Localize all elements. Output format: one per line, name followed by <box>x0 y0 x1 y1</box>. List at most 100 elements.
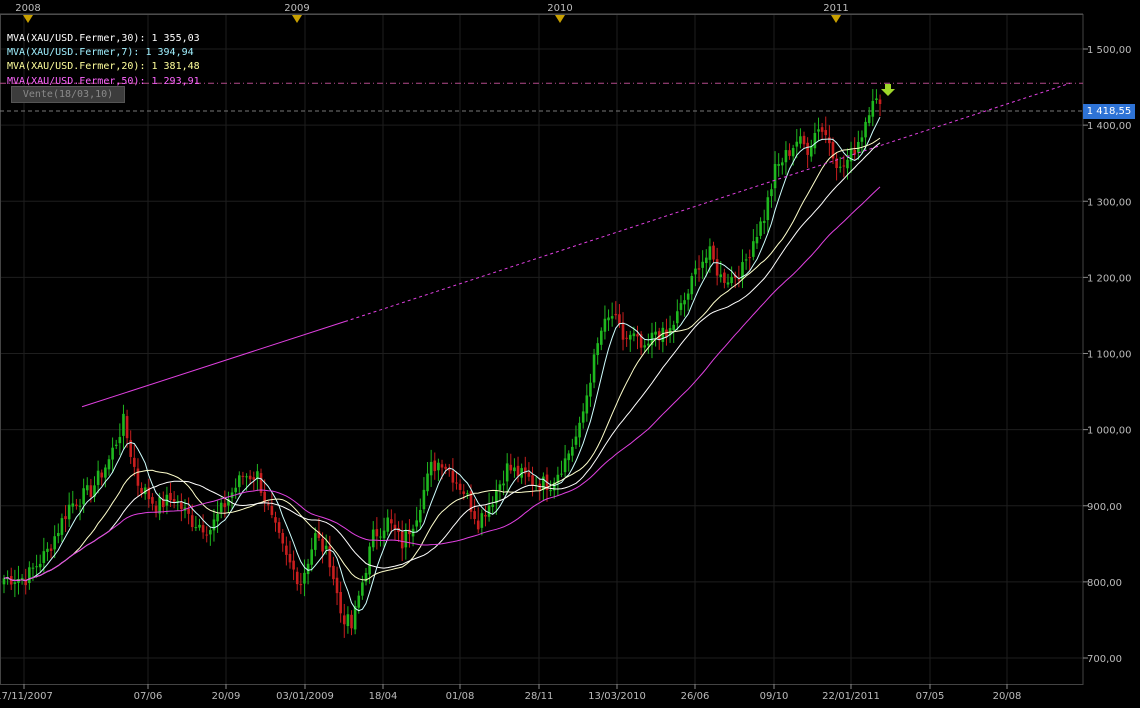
x-tick-label: 26/06 <box>681 691 710 702</box>
y-tick-label: 1 400,00 <box>1087 121 1132 132</box>
sell-order-label[interactable]: Vente(18/03,10) <box>11 86 125 103</box>
candle-body <box>46 548 49 552</box>
candle-body <box>299 584 303 586</box>
year-marker-icon <box>292 15 302 23</box>
candle-body <box>100 472 104 478</box>
candle-body <box>610 316 614 319</box>
candle-body <box>400 531 404 549</box>
candle-body <box>697 268 701 270</box>
candle-body <box>704 257 708 264</box>
candle-body <box>20 577 24 580</box>
candle-body <box>245 476 248 478</box>
candle-body <box>770 189 773 197</box>
candle-body <box>592 354 596 383</box>
year-label: 2011 <box>823 3 848 14</box>
sell-arrow-icon <box>881 84 895 96</box>
candle-body <box>618 314 621 325</box>
candle-body <box>567 453 571 461</box>
candle-body <box>820 127 824 132</box>
candle-body <box>585 395 589 414</box>
candle-body <box>310 549 313 565</box>
candle-body <box>114 444 118 446</box>
candle-body <box>169 492 172 501</box>
candle-body <box>353 606 357 630</box>
y-tick-label: 1 300,00 <box>1087 197 1132 208</box>
price-chart[interactable]: 700,00 800,00 900,00 1 000,00 1 100,00 1 200,… <box>0 0 1140 708</box>
candle-body <box>777 164 780 166</box>
candle-body <box>266 504 270 506</box>
candle-body <box>596 343 599 356</box>
candle-body <box>632 333 636 337</box>
candle-body <box>379 536 382 538</box>
candle-body <box>480 513 484 528</box>
candle-body <box>788 150 791 156</box>
candle-body <box>346 614 350 627</box>
candle-body <box>426 473 429 492</box>
candle-body <box>49 548 53 551</box>
year-marker-icon <box>831 15 841 23</box>
x-tick-label: 07/05 <box>916 691 945 702</box>
candle-body <box>96 470 100 485</box>
current-price-tag: 1 418,55 <box>1083 104 1135 119</box>
candle-body <box>581 411 585 423</box>
y-tick-label: 900,00 <box>1087 502 1122 513</box>
chart-grid <box>0 14 1083 684</box>
candle-body <box>752 241 755 257</box>
candle-body <box>75 504 78 507</box>
candle-body <box>28 567 31 584</box>
candle-body <box>342 615 346 625</box>
candle-body <box>198 524 201 528</box>
candle-body <box>759 221 762 236</box>
y-tick-label: 1 200,00 <box>1087 273 1132 284</box>
candle-body <box>824 130 828 136</box>
x-tick-label: 09/10 <box>760 691 789 702</box>
candle-body <box>125 416 129 439</box>
candle-body <box>151 497 154 504</box>
candle-body <box>542 476 545 490</box>
candle-body <box>158 497 161 514</box>
candle-body <box>404 530 408 548</box>
candle-body <box>813 132 817 149</box>
moving-average-line <box>3 186 881 582</box>
candle-body <box>429 461 433 476</box>
candle-body <box>484 514 487 517</box>
x-tick-label: 17/11/2007 <box>0 691 53 702</box>
candle-body <box>809 145 813 157</box>
sell-arrow-icon[interactable] <box>881 84 895 96</box>
candle-body <box>828 137 831 144</box>
candle-body <box>241 475 245 477</box>
candle-body <box>614 313 618 316</box>
y-tick-label: 1 500,00 <box>1087 45 1132 56</box>
candle-body <box>846 159 849 169</box>
candle-body <box>744 259 748 261</box>
candle-body <box>712 245 715 260</box>
candle-body <box>285 545 288 555</box>
candle-body <box>491 504 494 507</box>
candle-body <box>466 493 469 495</box>
candle-body <box>133 457 136 467</box>
candle-body <box>473 511 476 519</box>
candle-body <box>375 529 379 537</box>
moving-average-lines <box>3 116 881 612</box>
candle-body <box>455 482 458 484</box>
candle-body <box>799 136 802 144</box>
candle-body <box>719 274 723 277</box>
candle-body <box>194 527 198 529</box>
candle-body <box>288 554 292 563</box>
candle-body <box>603 318 607 332</box>
candle-body <box>784 150 788 163</box>
candle-body <box>252 477 256 480</box>
candle-body <box>209 530 212 535</box>
y-tick-label: 700,00 <box>1087 654 1122 665</box>
candle-body <box>795 141 799 147</box>
y-tick-label: 1 000,00 <box>1087 426 1132 437</box>
candle-body <box>67 504 71 520</box>
candle-body <box>451 470 455 483</box>
candle-body <box>17 579 20 583</box>
legend-mva-30: MVA(XAU/USD.Fermer,30): 1 355,03 <box>7 33 200 44</box>
trendline[interactable] <box>81 82 1071 408</box>
y-tick-label: 800,00 <box>1087 578 1122 589</box>
candle-body <box>82 488 85 505</box>
x-tick-label: 07/06 <box>134 691 163 702</box>
axis-tick-labels: 700,00 800,00 900,00 1 000,00 1 100,00 1 200,… <box>0 3 1132 702</box>
